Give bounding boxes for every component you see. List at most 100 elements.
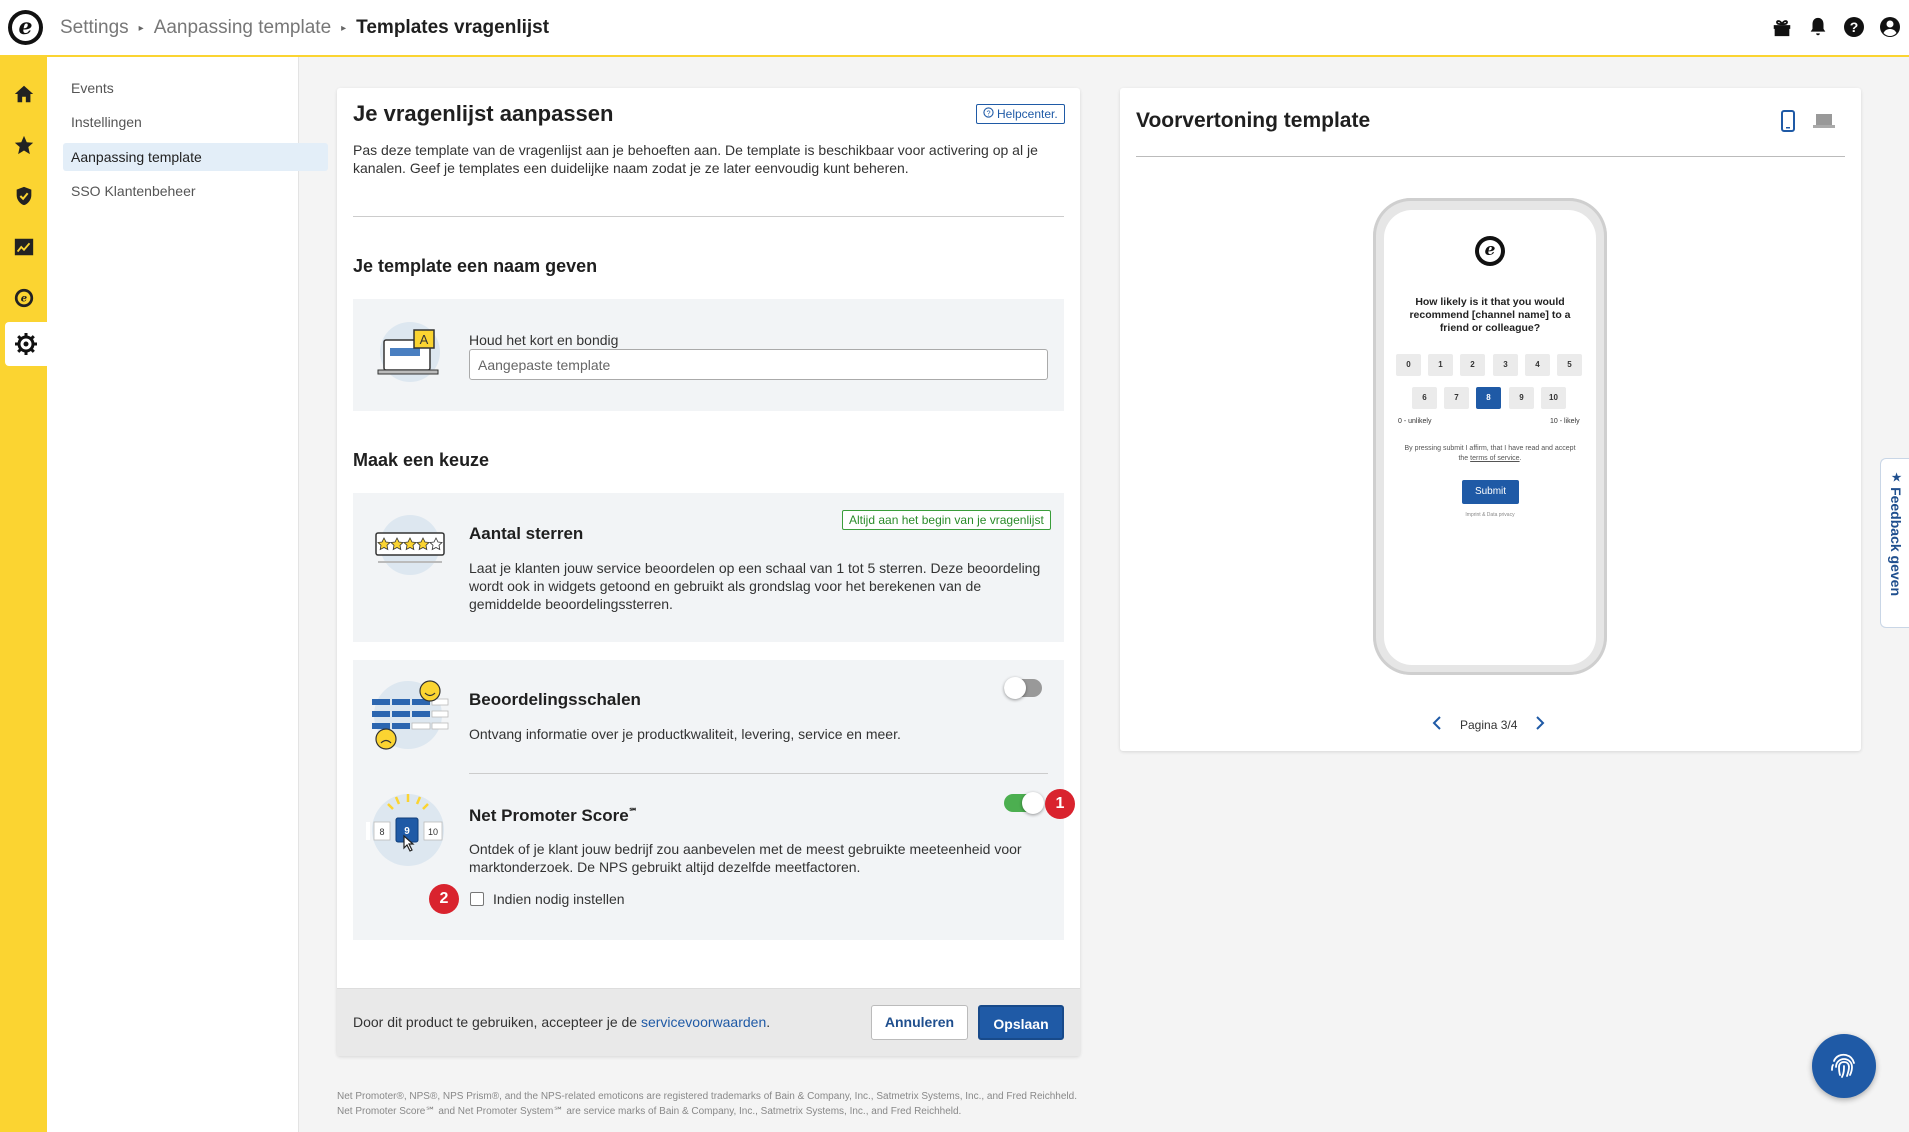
nps-title-mark: ℠	[628, 806, 638, 817]
editor-title: Je vragenlijst aanpassen	[353, 101, 614, 126]
template-name-placeholder: Aangepaste template	[478, 357, 611, 373]
chevron-left-icon[interactable]	[1432, 716, 1442, 733]
rating-scales-toggle[interactable]	[1004, 677, 1042, 699]
main-nav-rail: e	[0, 57, 47, 1132]
save-button[interactable]: Opslaan	[978, 1005, 1064, 1040]
nps-description: Ontdek of je klant jouw bedrijf zou aanb…	[469, 841, 1022, 875]
trademark-fine-print: Net Promoter®, NPS®, NPS Prism®, and the…	[337, 1091, 1077, 1117]
annotation-badge-2: 2	[429, 884, 459, 914]
nps-checkbox-label: Indien nodig instellen	[493, 891, 625, 907]
score-3[interactable]: 3	[1493, 354, 1518, 376]
toggle-knob	[1004, 677, 1026, 699]
svg-text:e: e	[20, 294, 26, 305]
subnav-item-events[interactable]: Events	[63, 74, 328, 102]
divider	[353, 216, 1064, 217]
toggle-knob	[1022, 792, 1044, 814]
fingerprint-icon	[1831, 1053, 1855, 1078]
score-7[interactable]: 7	[1444, 387, 1469, 409]
score-1[interactable]: 1	[1428, 354, 1453, 376]
subnav-item-aanpassing-template[interactable]: Aanpassing template	[63, 143, 328, 171]
score-8-selected[interactable]: 8	[1476, 387, 1501, 409]
phone-consent: By pressing submit I affirm, that I have…	[1400, 444, 1580, 464]
breadcrumb-aanpassing-template[interactable]: Aanpassing template	[154, 17, 331, 39]
feedback-tab-text: Feedback geven	[1888, 487, 1904, 596]
name-section-heading: Je template een naam geven	[353, 256, 598, 276]
breadcrumb-settings[interactable]: Settings	[60, 17, 129, 39]
bell-icon[interactable]	[1805, 14, 1831, 40]
terms-prefix: Door dit product te gebruiken, accepteer…	[353, 1014, 638, 1030]
phone-footer-links[interactable]: Imprint & Data privacy	[1400, 512, 1580, 518]
settings-subnav: Events Instellingen Aanpassing template …	[47, 57, 328, 1132]
terms-suffix: .	[766, 1014, 771, 1030]
terms-link[interactable]: servicevoorwaarden	[641, 1014, 766, 1030]
star-icon[interactable]	[0, 123, 47, 167]
svg-text:A: A	[420, 332, 429, 347]
nps-optional-checkbox[interactable]	[470, 892, 484, 906]
trustedshops-icon[interactable]: e	[0, 276, 47, 320]
feedback-tab[interactable]: ★ Feedback geven	[1880, 458, 1909, 628]
desktop-icon[interactable]	[1813, 113, 1835, 134]
preview-title: Voorvertoning template	[1136, 109, 1371, 132]
annotation-badge-1: 1	[1045, 789, 1075, 819]
nps-title: Net Promoter Score℠	[469, 806, 638, 826]
nps-title-text: Net Promoter Score	[469, 806, 629, 825]
helpcenter-link[interactable]: ? Helpcenter.	[976, 104, 1065, 124]
terms-text: Door dit product te gebruiken, accepteer…	[353, 1014, 770, 1030]
gear-icon[interactable]	[5, 322, 47, 366]
score-0[interactable]: 0	[1396, 354, 1421, 376]
phone-submit-button[interactable]: Submit	[1462, 480, 1519, 504]
chevron-right-icon[interactable]	[1535, 716, 1545, 733]
shield-icon[interactable]	[0, 174, 47, 218]
subnav-item-sso-klantenbeheer[interactable]: SSO Klantenbeheer	[63, 177, 328, 205]
user-icon[interactable]	[1877, 14, 1903, 40]
divider	[469, 773, 1048, 774]
feedback-tab-label: ★ Feedback geven	[1888, 471, 1904, 596]
preview-pager: Pagina 3/4	[1432, 716, 1545, 733]
chart-icon[interactable]	[0, 225, 47, 269]
nps-toggle[interactable]	[1004, 792, 1044, 814]
editor-description: Pas deze template van de vragenlijst aan…	[353, 142, 1038, 176]
stars-title: Aantal sterren	[469, 524, 584, 543]
divider	[1136, 156, 1845, 157]
breadcrumb-separator-icon: ▸	[138, 22, 144, 34]
gift-icon[interactable]	[1769, 14, 1795, 40]
score-5[interactable]: 5	[1557, 354, 1582, 376]
rating-scales-description: Ontvang informatie over je productkwalit…	[469, 726, 901, 742]
breadcrumb: Settings ▸ Aanpassing template ▸ Templat…	[60, 17, 549, 39]
help-circle-icon: ?	[983, 105, 994, 123]
template-name-input[interactable]: Aangepaste template	[469, 349, 1048, 380]
phone-terms-link[interactable]: terms of service	[1470, 455, 1519, 462]
phone-low-label: 0 - unlikely	[1398, 418, 1432, 425]
mobile-icon[interactable]	[1780, 110, 1796, 137]
pager-label: Pagina 3/4	[1460, 717, 1518, 732]
score-2[interactable]: 2	[1460, 354, 1485, 376]
fingerprint-button[interactable]	[1812, 1034, 1876, 1098]
star-icon: ★	[1890, 471, 1902, 488]
choice-section-heading: Maak een keuze	[353, 450, 490, 470]
nps-illus-number-10: 10	[428, 827, 438, 837]
top-bar: e Settings ▸ Aanpassing template ▸ Templ…	[0, 0, 1909, 57]
home-icon[interactable]	[0, 72, 47, 116]
score-6[interactable]: 6	[1412, 387, 1437, 409]
rating-scales-title: Beoordelingsschalen	[469, 690, 641, 709]
always-first-badge: Altijd aan het begin van je vragenlijst	[842, 510, 1051, 530]
phone-high-label: 10 - likely	[1550, 418, 1580, 425]
page-title: Templates vragenlijst	[356, 17, 550, 38]
breadcrumb-separator-icon: ▸	[341, 22, 347, 34]
rating-scales-illustration	[368, 677, 452, 758]
score-9[interactable]: 9	[1509, 387, 1534, 409]
phone-consent-end: .	[1519, 455, 1522, 462]
subnav-item-instellingen[interactable]: Instellingen	[63, 108, 328, 136]
help-icon[interactable]: ?	[1841, 14, 1867, 40]
score-10[interactable]: 10	[1541, 387, 1566, 409]
laptop-illustration: A	[370, 318, 450, 387]
nps-illus-number-9: 9	[404, 826, 410, 837]
nps-illus-number-8: 8	[379, 827, 384, 837]
score-4[interactable]: 4	[1525, 354, 1550, 376]
trustedshops-logo[interactable]: e	[8, 10, 43, 45]
phone-screen	[1384, 210, 1596, 665]
template-name-label: Houd het kort en bondig	[469, 332, 619, 348]
phone-score-grid: 0 1 2 3 4 5 6 7 8 9 10	[1396, 354, 1590, 424]
nps-illustration: 8 9 10	[366, 790, 450, 875]
cancel-button[interactable]: Annuleren	[871, 1005, 968, 1040]
